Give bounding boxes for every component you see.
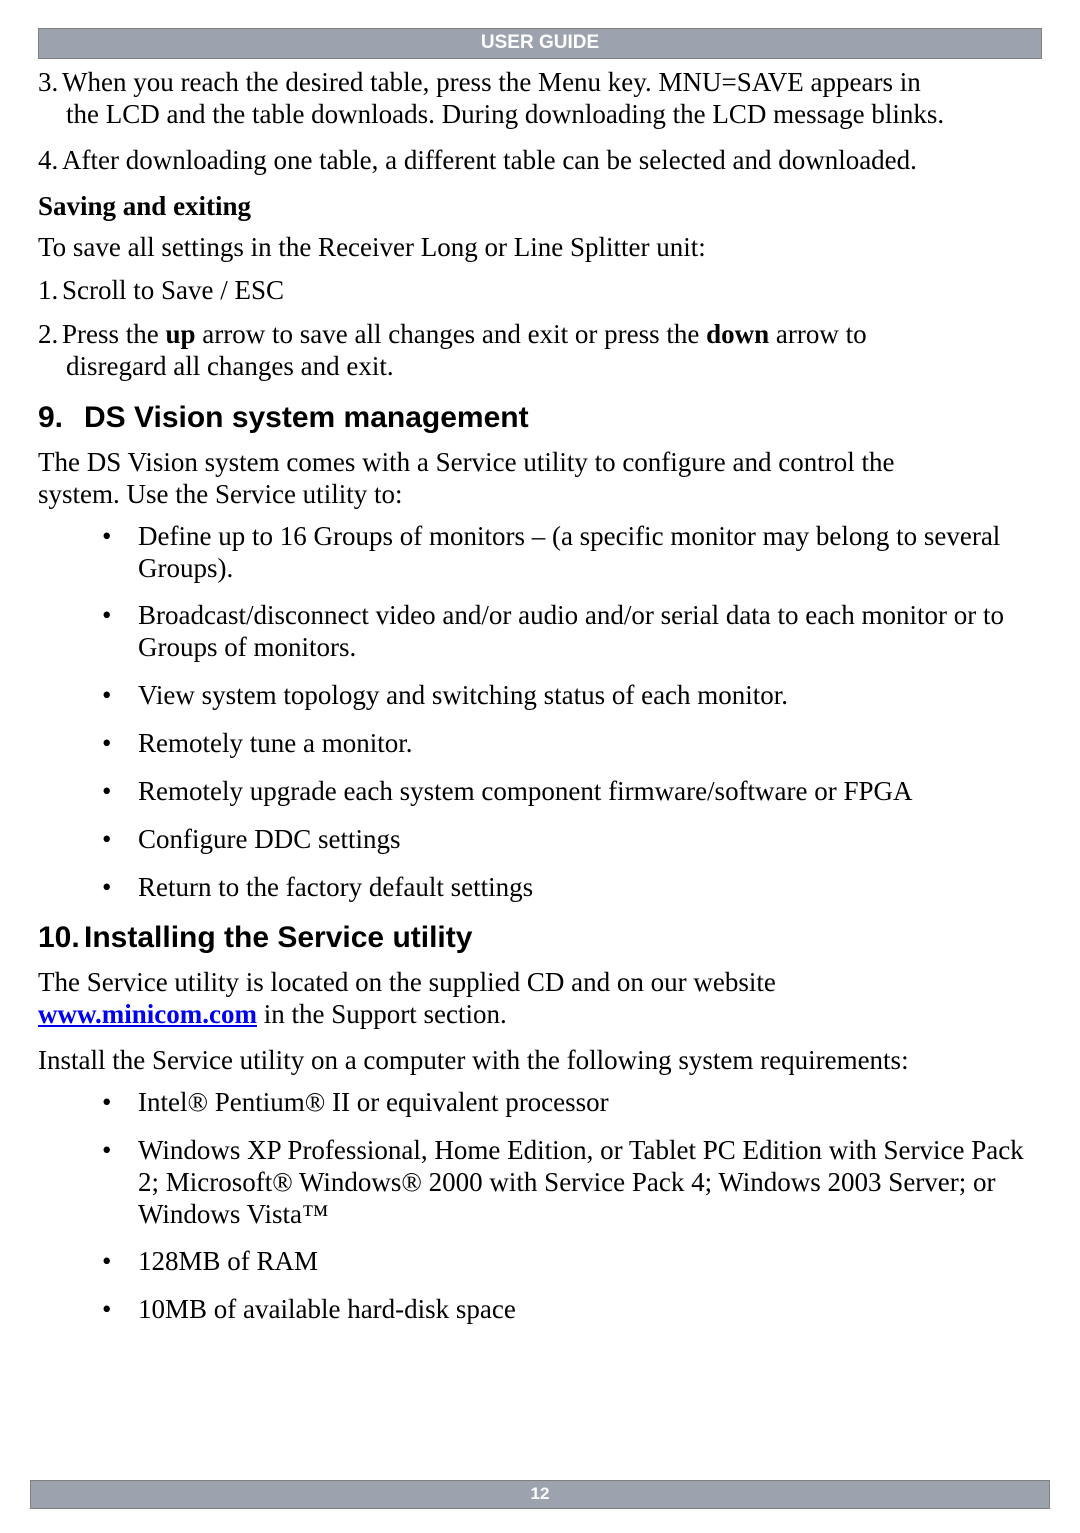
section-9-number: 9. (38, 401, 84, 435)
section-9-intro: The DS Vision system comes with a Servic… (38, 447, 1042, 511)
saving-step-2: 2.Press the up arrow to save all changes… (38, 319, 1042, 383)
section-9-intro-line2: system. Use the Service utility to: (38, 479, 402, 509)
saving-step-2-pre: Press the (62, 319, 166, 349)
bullet-text: Broadcast/disconnect video and/or audio … (138, 600, 1004, 662)
step-3-line2: the LCD and the table downloads. During … (66, 99, 1042, 131)
list-item: Return to the factory default settings (102, 872, 1042, 904)
bullet-text: Define up to 16 Groups of monitors – (a … (138, 521, 1000, 583)
bullet-text: Remotely tune a monitor. (138, 728, 412, 758)
list-item: Remotely upgrade each system component f… (102, 776, 1042, 808)
page-number: 12 (531, 1484, 550, 1503)
list-item: View system topology and switching statu… (102, 680, 1042, 712)
section-10-intro-post: in the Support section. (257, 999, 507, 1029)
list-item: 128MB of RAM (102, 1246, 1042, 1278)
page-container: USER GUIDE 3.When you reach the desired … (0, 0, 1080, 1533)
list-item: Intel® Pentium® II or equivalent process… (102, 1087, 1042, 1119)
bullet-text: Intel® Pentium® II or equivalent process… (138, 1087, 609, 1117)
list-item: Broadcast/disconnect video and/or audio … (102, 600, 1042, 664)
section-9-title: DS Vision system management (84, 401, 529, 434)
step-3: 3.When you reach the desired table, pres… (38, 67, 1042, 131)
saving-step-2-number: 2. (38, 319, 62, 351)
step-3-line1: When you reach the desired table, press … (62, 67, 921, 97)
step-4-line1: After downloading one table, a different… (62, 145, 917, 175)
section-10-intro-pre: The Service utility is located on the su… (38, 967, 776, 997)
section-10-intro: The Service utility is located on the su… (38, 967, 1042, 1031)
section-10-req: Install the Service utility on a compute… (38, 1045, 1042, 1077)
step-4-number: 4. (38, 145, 62, 177)
section-10-number: 10. (38, 921, 84, 955)
saving-step-2-down: down (706, 319, 769, 349)
list-item: Define up to 16 Groups of monitors – (a … (102, 521, 1042, 585)
saving-step-1-text: Scroll to Save / ESC (62, 275, 284, 305)
section-10-heading: 10.Installing the Service utility (38, 921, 1042, 955)
saving-step-2-up: up (166, 319, 196, 349)
bullet-text: Return to the factory default settings (138, 872, 533, 902)
bullet-text: 10MB of available hard-disk space (138, 1294, 516, 1324)
saving-step-2-line2: disregard all changes and exit. (66, 351, 1042, 383)
saving-step-2-post: arrow to (769, 319, 866, 349)
list-item: Configure DDC settings (102, 824, 1042, 856)
minicom-link[interactable]: www.minicom.com (38, 999, 257, 1029)
header-bar: USER GUIDE (38, 28, 1042, 59)
saving-intro: To save all settings in the Receiver Lon… (38, 232, 1042, 264)
step-4: 4.After downloading one table, a differe… (38, 145, 1042, 177)
section-10-title: Installing the Service utility (84, 921, 472, 954)
bullet-text: Configure DDC settings (138, 824, 401, 854)
bullet-text: 128MB of RAM (138, 1246, 318, 1276)
saving-heading: Saving and exiting (38, 191, 1042, 222)
list-item: Remotely tune a monitor. (102, 728, 1042, 760)
bullet-text: Windows XP Professional, Home Edition, o… (138, 1135, 1024, 1229)
section-9-bullet-list: Define up to 16 Groups of monitors – (a … (38, 521, 1042, 904)
footer-bar: 12 (30, 1480, 1050, 1509)
saving-step-1: 1.Scroll to Save / ESC (38, 275, 1042, 307)
list-item: 10MB of available hard-disk space (102, 1294, 1042, 1326)
section-9-heading: 9.DS Vision system management (38, 401, 1042, 435)
step-3-number: 3. (38, 67, 62, 99)
header-title: USER GUIDE (481, 32, 599, 53)
saving-step-1-number: 1. (38, 275, 62, 307)
saving-step-2-mid: arrow to save all changes and exit or pr… (196, 319, 707, 349)
section-10-bullet-list: Intel® Pentium® II or equivalent process… (38, 1087, 1042, 1326)
section-9-intro-line1: The DS Vision system comes with a Servic… (38, 447, 894, 477)
bullet-text: View system topology and switching statu… (138, 680, 788, 710)
bullet-text: Remotely upgrade each system component f… (138, 776, 913, 806)
list-item: Windows XP Professional, Home Edition, o… (102, 1135, 1042, 1231)
